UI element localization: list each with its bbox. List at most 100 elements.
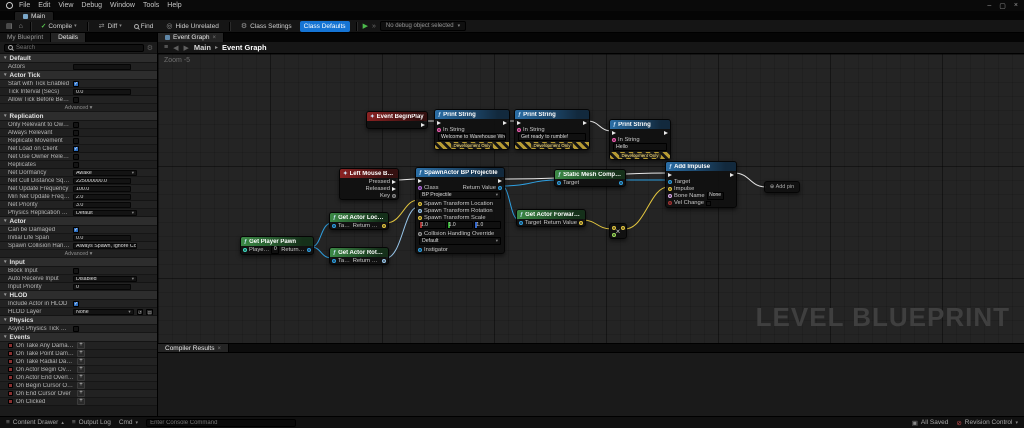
cmd-dropdown[interactable]: Cmd ▾ [119, 419, 138, 426]
close-tab-icon[interactable]: × [213, 35, 217, 41]
maximize-icon[interactable]: ▢ [999, 2, 1006, 10]
node-inline-control[interactable]: Default ▾ [419, 237, 501, 245]
console-input[interactable] [146, 418, 297, 427]
frame-skip-icon[interactable]: » [372, 23, 376, 30]
node-inline-control[interactable]: 1.0 1.0 1.0 [419, 221, 502, 229]
add-event-button[interactable]: + [77, 374, 85, 381]
asset-tab-main[interactable]: Main [14, 11, 55, 20]
exec-pin[interactable] [612, 130, 616, 135]
pin-value-field[interactable]: Get ready to rumble! [518, 133, 586, 141]
exec-pin[interactable] [437, 120, 441, 125]
graph-canvas[interactable]: Zoom -5 LEVEL BLUEPRINT ✦ Event BeginPlay… [158, 54, 1024, 343]
section-input[interactable]: ▾ Input [0, 258, 157, 267]
vec-pin[interactable] [418, 215, 422, 220]
node-print-string-3[interactable]: ƒ Print String In String Hello Development O… [609, 119, 671, 160]
exec-pin[interactable] [418, 178, 422, 183]
value-field[interactable] [73, 63, 131, 70]
pin-value-field[interactable]: Hello [613, 143, 667, 151]
checkbox[interactable]: ✓ [73, 226, 79, 233]
checkbox[interactable] [73, 129, 79, 136]
dropdown[interactable]: None ▾ [73, 308, 134, 315]
pin-checkbox[interactable] [705, 200, 711, 206]
name-pin[interactable] [668, 193, 672, 198]
exec-pin[interactable] [730, 172, 734, 177]
menu-help[interactable]: Help [167, 2, 181, 9]
value-field[interactable]: 3.0 [73, 201, 131, 208]
exec-pin[interactable] [503, 120, 507, 125]
revision-control-button[interactable]: ⊘ Revision Control ▾ [956, 419, 1018, 427]
node-print-string-1[interactable]: ƒ Print String In String Welcome to Warehou… [434, 109, 510, 150]
axis-z-field[interactable]: 1.0 [474, 221, 502, 229]
menu-window[interactable]: Window [110, 2, 135, 9]
obj-pin[interactable] [418, 247, 422, 252]
str-pin[interactable] [517, 127, 521, 132]
checkbox[interactable] [73, 96, 79, 103]
diff-button[interactable]: ⇄ Diff ▾ [94, 21, 126, 32]
wild-pin[interactable] [418, 231, 422, 236]
obj-pin[interactable] [332, 258, 336, 263]
axis-x-field[interactable]: 1.0 [419, 221, 446, 229]
class-defaults-button[interactable]: Class Defaults [299, 20, 350, 32]
debug-object-dropdown[interactable]: No debug object selected ▾ [379, 21, 467, 31]
browse-asset-icon[interactable]: ▤ [146, 308, 153, 315]
node-event-beginplay[interactable]: ✦ Event BeginPlay [366, 111, 428, 129]
key-pin[interactable] [392, 193, 396, 198]
node-inline-control[interactable]: BP Projectile ▾ [419, 191, 501, 199]
checkbox[interactable] [73, 267, 79, 274]
checkbox[interactable] [73, 161, 79, 168]
value-field[interactable]: 2.0 [73, 193, 131, 200]
value-field[interactable]: 225000000.0 [73, 177, 131, 184]
exec-pin[interactable] [664, 130, 668, 135]
forward-icon[interactable]: ▶ [183, 44, 188, 52]
node-print-string-2[interactable]: ƒ Print String In String Get ready to rumbl… [514, 109, 590, 150]
close-icon[interactable]: × [1014, 2, 1018, 10]
checkbox[interactable]: ✓ [73, 145, 79, 152]
vec-pin[interactable] [382, 223, 386, 228]
exec-pin[interactable] [517, 120, 521, 125]
str-pin[interactable] [437, 127, 441, 132]
dropdown[interactable]: Default ▾ [73, 209, 137, 216]
save-icon[interactable]: ▤ [5, 22, 14, 30]
advanced-expander[interactable]: Advanced ▾ [0, 104, 157, 112]
exec-pin[interactable] [421, 122, 425, 127]
obj-pin[interactable] [668, 179, 672, 184]
node-multiply[interactable]: × [609, 223, 627, 239]
value-field[interactable]: 100.0 [73, 185, 131, 192]
advanced-expander[interactable]: Advanced ▾ [0, 250, 157, 258]
node-add-impulse[interactable]: ƒ Add Impulse Target Impulse Bone Name None Ve… [665, 161, 737, 208]
add-event-button[interactable]: + [77, 366, 85, 373]
menu-icon[interactable]: ≡ [164, 44, 168, 51]
checkbox[interactable] [73, 121, 79, 128]
checkbox[interactable] [73, 153, 79, 160]
add-event-button[interactable]: + [77, 390, 85, 397]
float-pin[interactable] [612, 232, 616, 237]
vec-pin[interactable] [621, 225, 625, 230]
compile-button[interactable]: ✓ Compile ▾ [37, 21, 81, 32]
close-tab-icon[interactable]: × [218, 346, 222, 352]
str-pin[interactable] [612, 137, 616, 142]
obj-pin[interactable] [307, 247, 311, 252]
checkbox[interactable] [73, 137, 79, 144]
node-get-actor-location[interactable]: ƒGet Actor LocationTargetReturn Value [329, 212, 389, 230]
bool-pin[interactable] [668, 201, 672, 205]
section-actor[interactable]: ▾ Actor [0, 217, 157, 226]
hide-unrelated-button[interactable]: ◎ Hide Unrelated [161, 21, 222, 32]
add-event-button[interactable]: + [77, 382, 85, 389]
section-physics[interactable]: ▾ Physics [0, 316, 157, 325]
vector-fields[interactable]: 1.0 1.0 1.0 [419, 221, 502, 229]
checkbox[interactable]: ✓ [73, 80, 79, 87]
tab-event-graph[interactable]: Event Graph × [158, 33, 225, 42]
node-inline-control[interactable]: Welcome to Warehouse Wreckage! [438, 133, 506, 141]
node-get-actor-forward-vector[interactable]: ƒGet Actor Forward VectorTargetReturn Va… [516, 209, 586, 227]
menu-tools[interactable]: Tools [143, 2, 159, 9]
obj-pin[interactable] [498, 185, 502, 190]
obj-pin[interactable] [557, 180, 561, 185]
add-event-button[interactable]: + [77, 342, 85, 349]
content-browser-icon[interactable]: ⌂ [18, 23, 24, 30]
pin-value-field[interactable]: 0 [271, 246, 280, 254]
pin-value-field[interactable]: None [706, 192, 724, 200]
add-event-button[interactable]: + [77, 350, 85, 357]
exec-pin[interactable] [668, 172, 672, 177]
section-events[interactable]: ▾ Events [0, 333, 157, 342]
add-event-button[interactable]: + [77, 398, 85, 405]
